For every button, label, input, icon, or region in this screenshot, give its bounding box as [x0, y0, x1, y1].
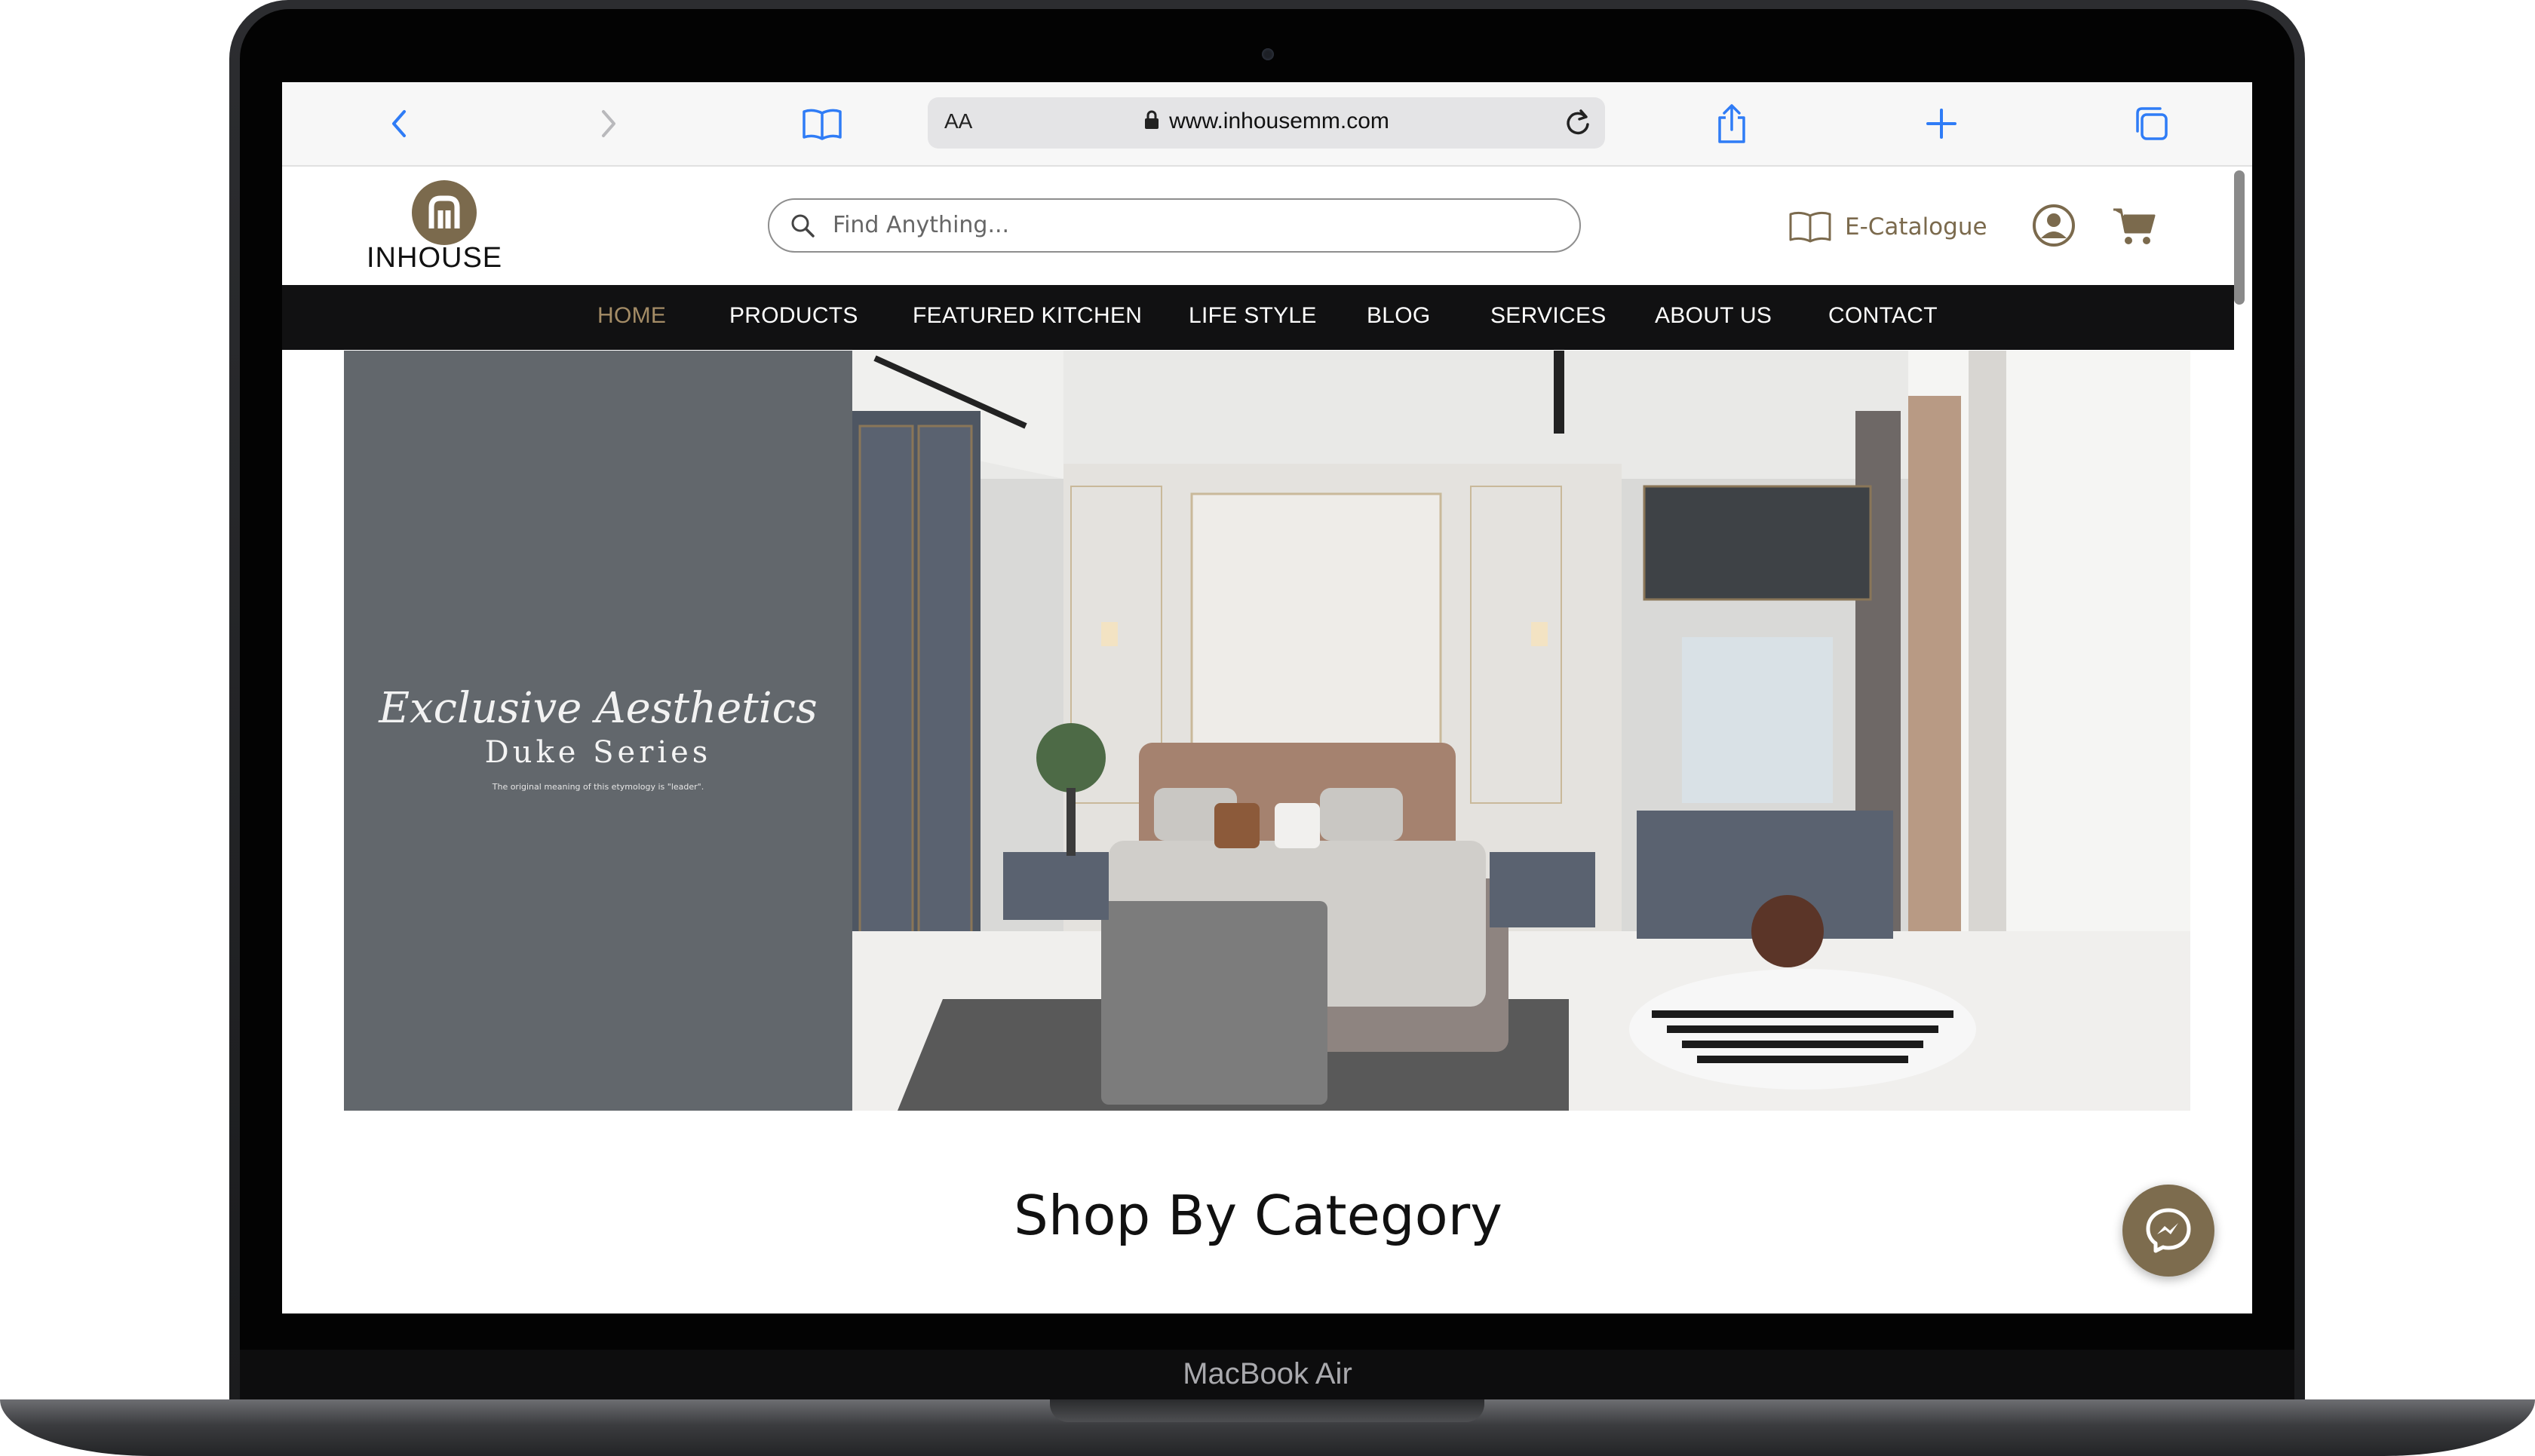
hero-text-panel: Exclusive Aesthetics Duke Series The ori…	[344, 351, 852, 1111]
messenger-chat-button[interactable]	[2122, 1185, 2214, 1277]
logo-mark	[412, 180, 477, 245]
search-input[interactable]: Find Anything...	[768, 198, 1581, 253]
hero-banner[interactable]: Exclusive Aesthetics Duke Series The ori…	[344, 351, 2190, 1111]
new-tab-icon[interactable]	[1920, 103, 1963, 145]
bookmarks-icon[interactable]	[801, 103, 843, 145]
url-text: www.inhousemm.com	[1169, 109, 1389, 133]
section-title: Shop By Category	[1014, 1184, 1502, 1247]
nav-blog[interactable]: BLOG	[1367, 303, 1431, 329]
logo-monogram-icon	[428, 195, 460, 228]
page-scrollbar[interactable]	[2234, 170, 2245, 305]
nav-products[interactable]: PRODUCTS	[729, 303, 858, 329]
hero-bedroom-image	[852, 351, 2190, 1111]
nav-services[interactable]: SERVICES	[1490, 303, 1607, 329]
search-icon	[791, 214, 815, 238]
e-catalogue-link[interactable]: E-Catalogue	[1788, 207, 1987, 247]
browser-toolbar: AA www.inhousemm.com	[282, 82, 2252, 167]
laptop-hinge-notch	[1050, 1399, 1484, 1422]
nav-home[interactable]: HOME	[597, 303, 666, 329]
tabs-icon[interactable]	[2130, 103, 2172, 145]
cart-icon[interactable]	[2112, 205, 2157, 247]
nav-life-style[interactable]: LIFE STYLE	[1189, 303, 1317, 329]
nav-about-us[interactable]: ABOUT US	[1655, 303, 1772, 329]
back-icon[interactable]	[379, 103, 421, 145]
lock-icon	[1145, 110, 1159, 129]
address-bar[interactable]: AA www.inhousemm.com	[928, 97, 1605, 149]
nav-featured-kitchen[interactable]: FEATURED KITCHEN	[913, 303, 1142, 329]
nav-contact[interactable]: CONTACT	[1828, 303, 1938, 329]
url-display[interactable]: www.inhousemm.com	[928, 109, 1605, 134]
hero-title: Duke Series	[484, 735, 712, 770]
forward-icon[interactable]	[587, 103, 629, 145]
model-label: MacBook Air	[1183, 1357, 1352, 1390]
book-icon	[1789, 211, 1831, 243]
logo-text: INHOUSE	[367, 242, 503, 274]
camera	[1262, 48, 1274, 60]
search-placeholder: Find Anything...	[833, 212, 1010, 238]
hero-script-line: Exclusive Aesthetics	[379, 684, 818, 733]
share-icon[interactable]	[1711, 103, 1753, 145]
reload-icon[interactable]	[1561, 106, 1594, 139]
hero-caption: The original meaning of this etymology i…	[492, 782, 704, 792]
messenger-icon	[2146, 1208, 2191, 1253]
account-icon[interactable]	[2032, 204, 2076, 247]
e-catalogue-label: E-Catalogue	[1845, 213, 1987, 241]
main-nav: HOME PRODUCTS FEATURED KITCHEN LIFE STYL…	[282, 285, 2234, 350]
